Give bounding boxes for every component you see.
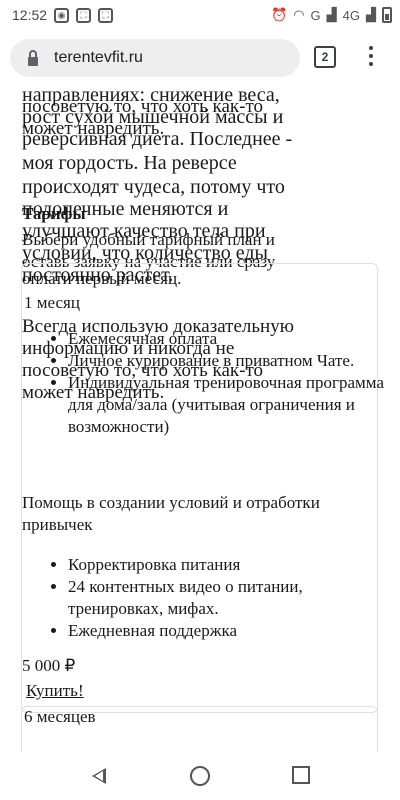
tab-switcher-button[interactable]: 2 (314, 46, 336, 68)
overlap-text-line: может навредить. (22, 382, 165, 403)
back-icon[interactable] (92, 768, 106, 784)
intro-text-line: реверсивная диета. Последнее - (22, 128, 293, 150)
status-right: ⏰ ◠ G ▟ 4G ▟ (271, 7, 392, 23)
lock-icon (28, 49, 38, 66)
wifi-icon: ◠ (293, 7, 305, 22)
overlap-text-line: посоветую то, что хоть как-то (22, 360, 264, 381)
status-time: 12:52 (12, 7, 48, 23)
plan-section-text: Помощь в создании условий и отработки пр… (22, 493, 320, 534)
page-content: направлениях: снижение веса, посоветую т… (0, 86, 400, 752)
status-bar: 12:52 ◉ ⛶ ⛶ ⏰ ◠ G ▟ 4G ▟ (0, 0, 400, 30)
plan-features-b: Корректировка питания 24 контентных виде… (22, 554, 388, 642)
signal-icon: ▟ (326, 7, 337, 22)
system-nav-bar (0, 752, 400, 800)
network-label: G (310, 7, 321, 23)
plan-feature: Корректировка питания (68, 554, 388, 576)
plan-price: 5 000 ₽ (22, 656, 76, 675)
plan-name: 1 месяц (24, 293, 80, 312)
buy-button[interactable]: Купить! (26, 681, 84, 701)
plan-feature: Ежедневная поддержка (68, 620, 388, 642)
browser-menu-button[interactable] (368, 46, 374, 68)
overlap-text-line: информацию и никогда не (22, 338, 235, 359)
notification-scan-icon: ⛶ (76, 7, 92, 23)
home-icon[interactable] (190, 766, 210, 786)
notification-scan-icon-2: ⛶ (98, 7, 114, 23)
signal-icon-2: ▟ (366, 7, 376, 22)
intro-text-line: моя гордость. На реверсе (22, 152, 237, 174)
browser-toolbar: terentevfit.ru (0, 30, 400, 86)
plan-name: 6 месяцев (24, 707, 96, 726)
url-text: terentevfit.ru (54, 49, 143, 66)
address-bar[interactable]: terentevfit.ru (10, 39, 300, 77)
plan-feature: 24 контентных видео о питании, тренировк… (68, 576, 388, 620)
alarm-icon: ⏰ (271, 7, 288, 22)
notification-camera-icon: ◉ (54, 7, 70, 23)
recent-apps-icon[interactable] (292, 766, 310, 784)
intro-text-line: происходят чудеса, потому что (22, 176, 285, 198)
battery-icon (382, 7, 392, 23)
carrier-label: 4G (342, 7, 360, 23)
